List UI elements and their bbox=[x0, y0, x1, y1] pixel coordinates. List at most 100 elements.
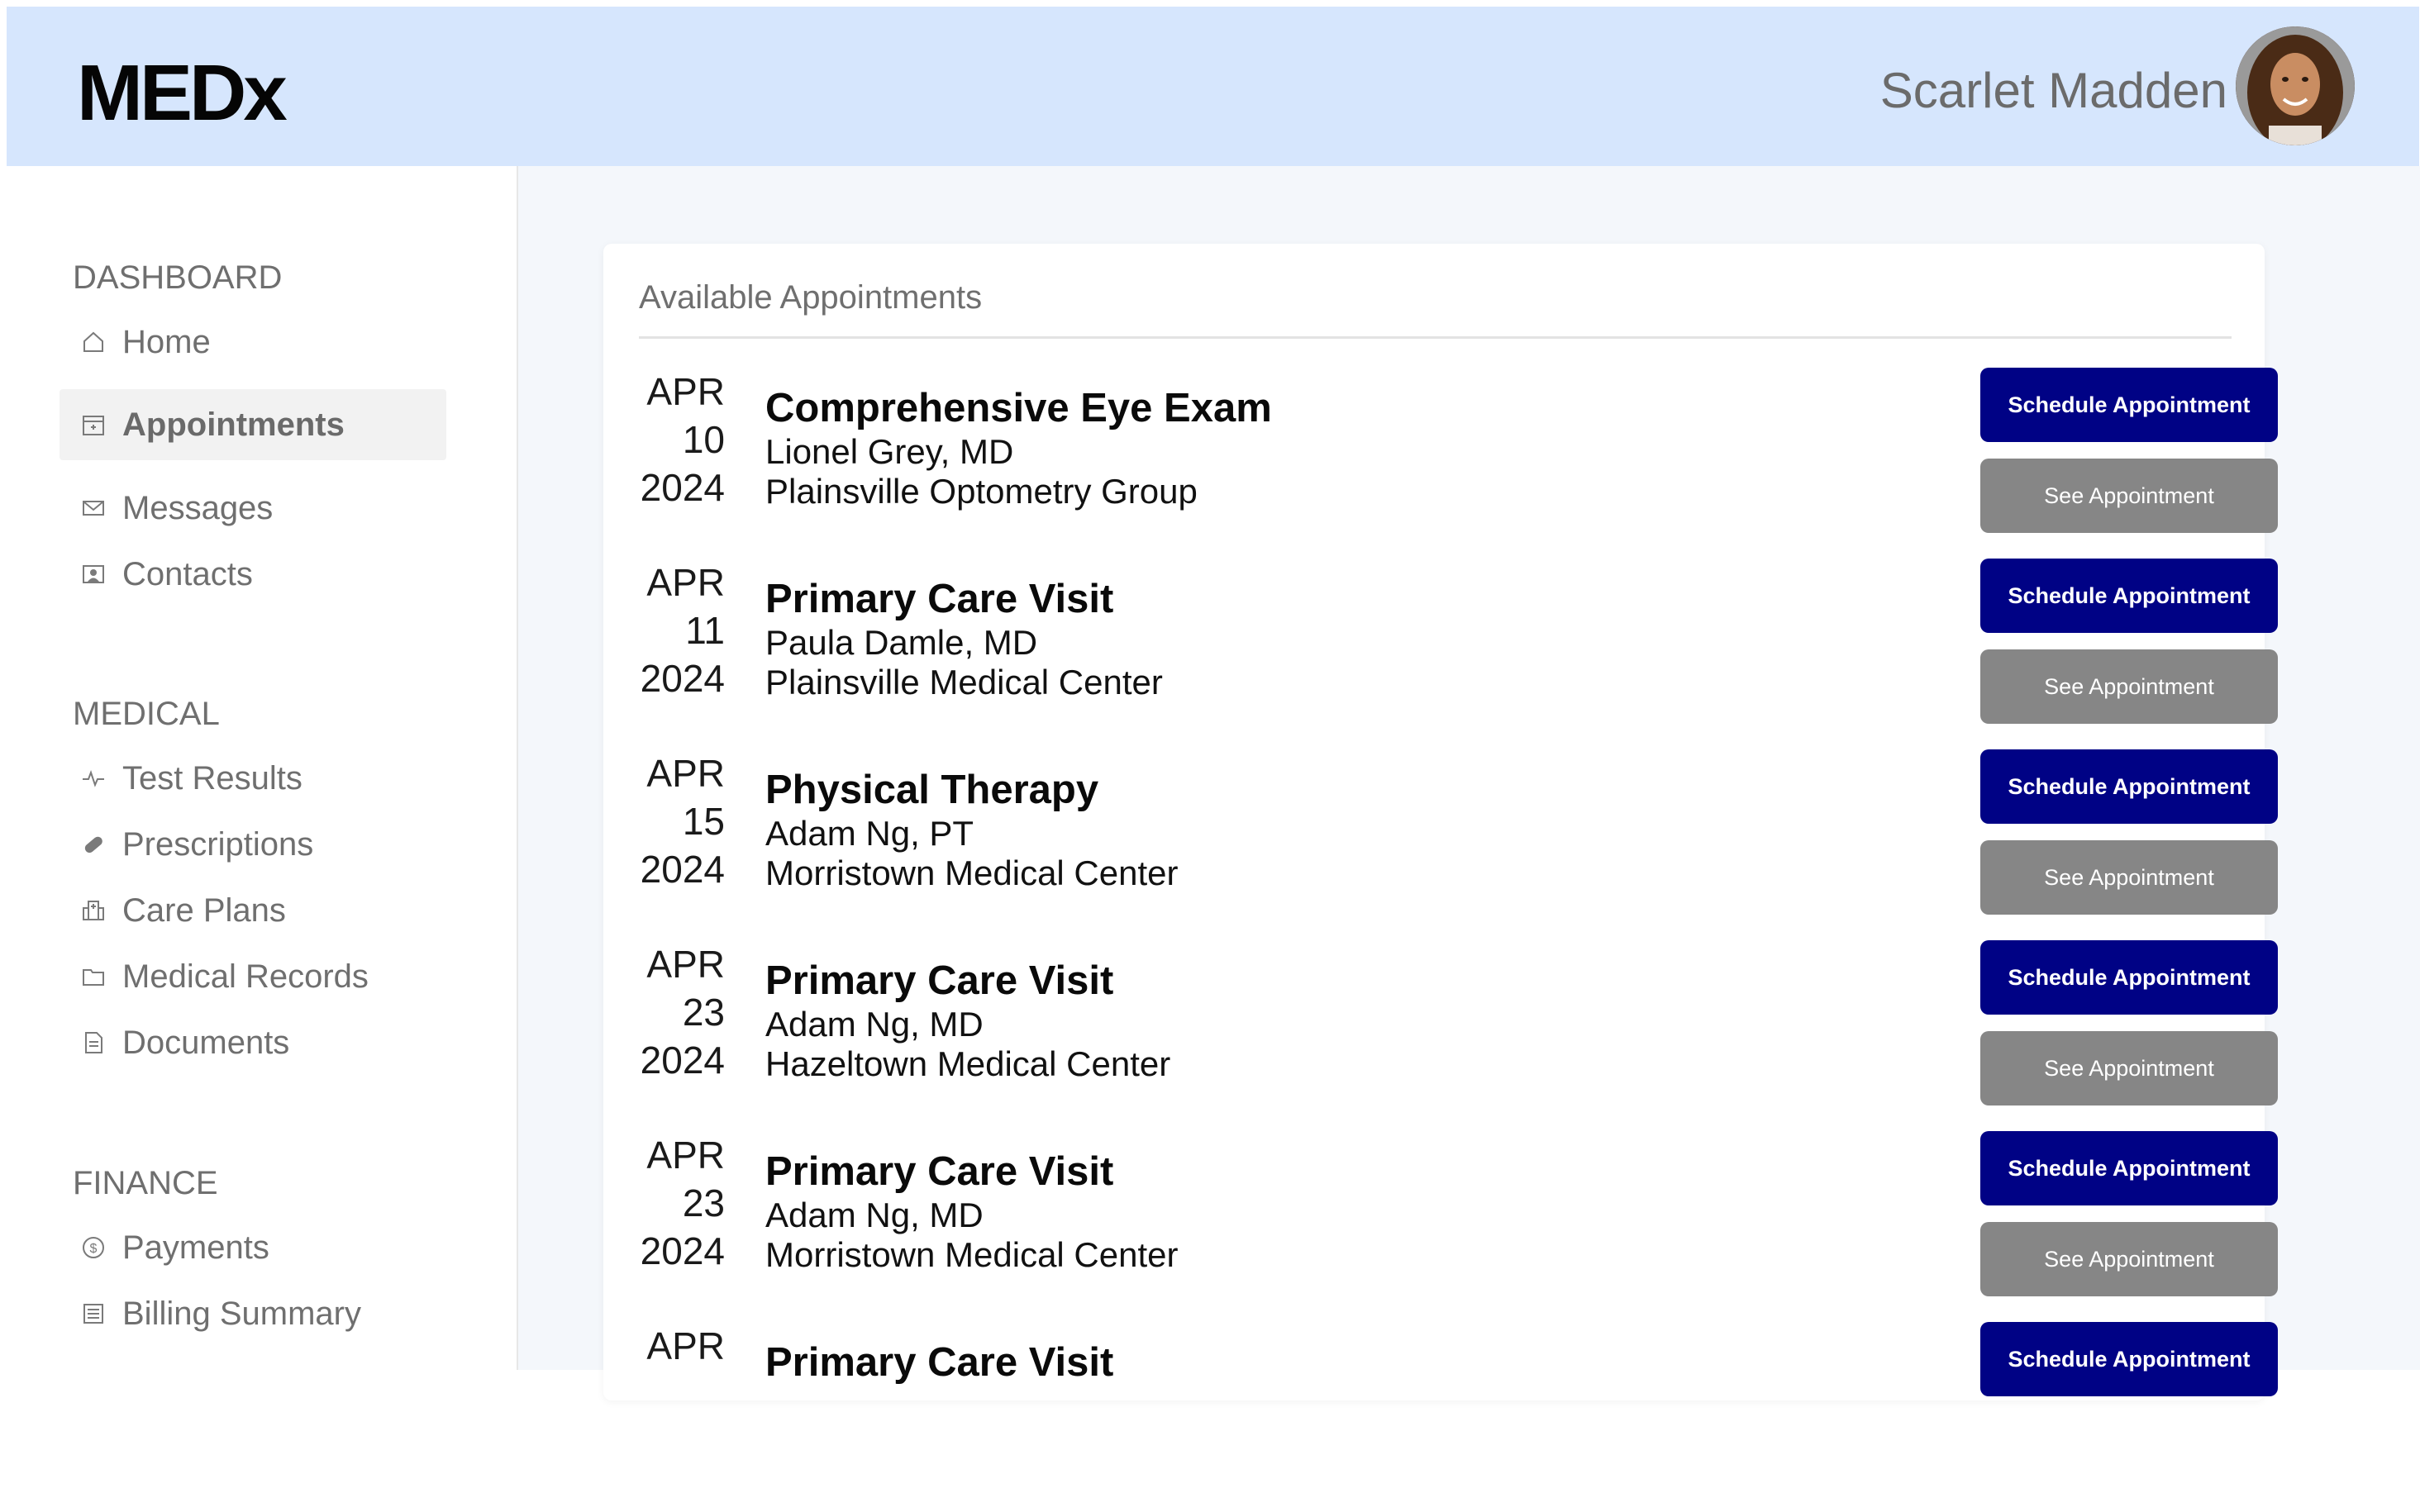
app-logo[interactable]: MEDx bbox=[77, 44, 288, 143]
date-day: 23 bbox=[682, 1182, 725, 1224]
appointment-date: APR 10 2024 bbox=[639, 368, 725, 511]
appointment-row: APR Primary Care Visit Schedule Appointm… bbox=[639, 1322, 2278, 1512]
appointments-card: Available Appointments APR 10 2024 Compr… bbox=[603, 244, 2278, 1400]
date-month: APR bbox=[646, 1324, 725, 1367]
date-day: 23 bbox=[682, 991, 725, 1034]
sidebar-item-billing-summary[interactable]: Billing Summary bbox=[60, 1278, 446, 1349]
date-day: 10 bbox=[682, 418, 725, 461]
date-month: APR bbox=[646, 943, 725, 986]
appointment-doctor: Paula Damle, MD bbox=[765, 623, 1038, 662]
home-icon bbox=[79, 328, 107, 356]
pulse-icon bbox=[79, 764, 107, 792]
appointment-date: APR 11 2024 bbox=[639, 559, 725, 702]
top-header: MEDx Scarlet Madden bbox=[7, 7, 2419, 166]
appointment-doctor: Adam Ng, PT bbox=[765, 814, 974, 853]
sidebar-item-label: Messages bbox=[122, 490, 274, 526]
main-content: Available Appointments APR 10 2024 Compr… bbox=[518, 166, 2420, 1400]
appointment-doctor: Lionel Grey, MD bbox=[765, 432, 1014, 471]
date-month: APR bbox=[646, 370, 725, 413]
date-year: 2024 bbox=[640, 657, 725, 700]
appointment-title: Primary Care Visit bbox=[765, 577, 1114, 621]
appointment-row: APR 15 2024 Physical Therapy Adam Ng, PT… bbox=[639, 749, 2278, 939]
appointment-location: Hazeltown Medical Center bbox=[765, 1044, 1171, 1083]
sidebar-item-home[interactable]: Home bbox=[60, 307, 446, 378]
appointment-doctor: Adam Ng, MD bbox=[765, 1196, 984, 1234]
sidebar-item-contacts[interactable]: Contacts bbox=[60, 539, 446, 610]
sidebar-item-documents[interactable]: Documents bbox=[60, 1007, 446, 1078]
card-title: Available Appointments bbox=[639, 279, 983, 316]
appointment-title: Primary Care Visit bbox=[765, 1340, 1114, 1385]
sidebar-item-messages[interactable]: Messages bbox=[60, 473, 446, 544]
see-appointment-button[interactable]: See Appointment bbox=[1980, 649, 2278, 724]
appointment-title: Primary Care Visit bbox=[765, 1149, 1114, 1194]
appointment-date: APR 15 2024 bbox=[639, 749, 725, 893]
date-month: APR bbox=[646, 561, 725, 604]
appointment-location: Morristown Medical Center bbox=[765, 1235, 1179, 1274]
envelope-icon bbox=[79, 494, 107, 522]
sidebar-section-dashboard: DASHBOARD bbox=[73, 259, 283, 296]
sidebar-section-medical: MEDICAL bbox=[73, 696, 220, 732]
appointment-title: Physical Therapy bbox=[765, 768, 1099, 812]
schedule-appointment-button[interactable]: Schedule Appointment bbox=[1980, 940, 2278, 1015]
sidebar: DASHBOARD Home Appointments Messages Con… bbox=[7, 166, 518, 1370]
appointment-row: APR 11 2024 Primary Care Visit Paula Dam… bbox=[639, 559, 2278, 749]
see-appointment-button[interactable]: See Appointment bbox=[1980, 1031, 2278, 1105]
sidebar-item-label: Contacts bbox=[122, 556, 253, 592]
appointment-location: Morristown Medical Center bbox=[765, 853, 1179, 892]
hospital-icon bbox=[79, 896, 107, 925]
sidebar-item-label: Billing Summary bbox=[122, 1296, 361, 1332]
contact-card-icon bbox=[79, 560, 107, 588]
appointment-date: APR bbox=[639, 1322, 725, 1370]
sidebar-item-care-plans[interactable]: Care Plans bbox=[60, 875, 446, 946]
see-appointment-button[interactable]: See Appointment bbox=[1980, 459, 2278, 533]
date-day: 11 bbox=[685, 609, 725, 652]
card-divider bbox=[639, 336, 2232, 339]
schedule-appointment-button[interactable]: Schedule Appointment bbox=[1980, 749, 2278, 824]
svg-text:$: $ bbox=[90, 1242, 98, 1256]
sidebar-item-label: Medical Records bbox=[122, 958, 369, 995]
sidebar-item-appointments[interactable]: Appointments bbox=[60, 389, 446, 460]
appointment-row: APR 23 2024 Primary Care Visit Adam Ng, … bbox=[639, 940, 2278, 1130]
receipt-icon bbox=[79, 1300, 107, 1328]
folder-icon bbox=[79, 963, 107, 991]
sidebar-item-medical-records[interactable]: Medical Records bbox=[60, 941, 446, 1012]
sidebar-item-label: Care Plans bbox=[122, 892, 286, 929]
sidebar-item-label: Documents bbox=[122, 1025, 290, 1061]
document-icon bbox=[79, 1029, 107, 1057]
sidebar-item-label: Test Results bbox=[122, 760, 302, 796]
see-appointment-button[interactable]: See Appointment bbox=[1980, 840, 2278, 915]
sidebar-item-label: Home bbox=[122, 324, 211, 360]
date-month: APR bbox=[646, 1134, 725, 1177]
sidebar-section-finance: FINANCE bbox=[73, 1165, 218, 1201]
sidebar-item-label: Prescriptions bbox=[122, 826, 314, 863]
sidebar-item-label: Payments bbox=[122, 1229, 269, 1266]
sidebar-item-payments[interactable]: $ Payments bbox=[60, 1212, 446, 1283]
appointment-location: Plainsville Medical Center bbox=[765, 663, 1163, 701]
date-day: 15 bbox=[682, 800, 725, 843]
dollar-coin-icon: $ bbox=[79, 1234, 107, 1262]
appointment-date: APR 23 2024 bbox=[639, 1131, 725, 1275]
appointment-date: APR 23 2024 bbox=[639, 940, 725, 1084]
sidebar-item-prescriptions[interactable]: Prescriptions bbox=[60, 809, 446, 880]
appointment-doctor: Adam Ng, MD bbox=[765, 1005, 984, 1044]
date-year: 2024 bbox=[640, 466, 725, 509]
schedule-appointment-button[interactable]: Schedule Appointment bbox=[1980, 1322, 2278, 1396]
appointment-title: Primary Care Visit bbox=[765, 958, 1114, 1003]
appointment-location: Plainsville Optometry Group bbox=[765, 472, 1198, 511]
date-year: 2024 bbox=[640, 848, 725, 891]
appointment-row: APR 23 2024 Primary Care Visit Adam Ng, … bbox=[639, 1131, 2278, 1321]
schedule-appointment-button[interactable]: Schedule Appointment bbox=[1980, 559, 2278, 633]
date-year: 2024 bbox=[640, 1229, 725, 1272]
appointment-title: Comprehensive Eye Exam bbox=[765, 386, 1272, 430]
calendar-icon bbox=[79, 411, 107, 439]
date-year: 2024 bbox=[640, 1039, 725, 1082]
sidebar-item-test-results[interactable]: Test Results bbox=[60, 743, 446, 814]
date-month: APR bbox=[646, 752, 725, 795]
user-avatar[interactable] bbox=[2236, 26, 2355, 145]
sidebar-item-label: Appointments bbox=[122, 407, 345, 443]
schedule-appointment-button[interactable]: Schedule Appointment bbox=[1980, 368, 2278, 442]
pill-icon bbox=[79, 830, 107, 858]
schedule-appointment-button[interactable]: Schedule Appointment bbox=[1980, 1131, 2278, 1205]
see-appointment-button[interactable]: See Appointment bbox=[1980, 1222, 2278, 1296]
user-name[interactable]: Scarlet Madden bbox=[1880, 58, 2227, 124]
